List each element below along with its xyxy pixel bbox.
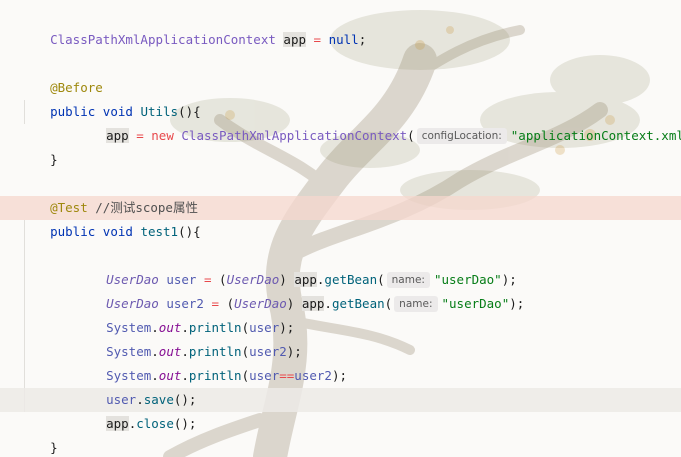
code-line-18[interactable]: } [20, 412, 58, 455]
code-editor[interactable]: ClassPathXmlApplicationContext app = nul… [0, 0, 681, 457]
operator: = [136, 128, 144, 143]
code-line-13[interactable]: System.out.println(user); [76, 292, 294, 335]
method-call: println [188, 368, 242, 383]
variable-user: user [249, 368, 280, 383]
code-line-1[interactable]: ClassPathXmlApplicationContext app = nul… [20, 4, 366, 47]
type-name: ClassPathXmlApplicationContext [50, 32, 276, 47]
punctuation: ( [241, 368, 250, 383]
code-line-11[interactable]: UserDao user = (UserDao) app.getBean(nam… [76, 244, 517, 288]
keyword-public: public [50, 224, 96, 239]
method-call: getBean [331, 296, 385, 311]
variable-user2: user2 [294, 368, 332, 383]
code-line-12[interactable]: UserDao user2 = (UserDao) app.getBean(na… [76, 268, 524, 312]
parameter-hint: name: [394, 296, 438, 312]
code-line-4[interactable]: public void Utils(){ [20, 76, 201, 119]
variable-app: app [106, 128, 129, 143]
variable-app: app [301, 296, 325, 311]
code-line-17[interactable]: app.close(); [76, 388, 196, 431]
punctuation: (); [173, 416, 197, 431]
keyword-new: new [151, 128, 174, 143]
punctuation: ( [384, 296, 393, 311]
string-literal: "applicationContext.xml" [510, 128, 681, 143]
code-line-8[interactable]: @Test //测试scope属性 [20, 172, 198, 215]
code-line-9[interactable]: public void test1(){ [20, 196, 201, 239]
operator-equals: == [279, 368, 295, 383]
string-literal: "userDao" [441, 296, 510, 311]
code-line-14[interactable]: System.out.println(user2); [76, 316, 302, 359]
method-call: close [136, 416, 174, 431]
punctuation: ); [509, 296, 525, 311]
method-name: test1 [140, 224, 179, 239]
closing-brace: } [50, 440, 58, 455]
closing-brace: } [50, 152, 58, 167]
variable-app: app [283, 32, 306, 47]
code-line-6[interactable]: } [20, 124, 58, 167]
operator: = [313, 32, 322, 47]
code-line-16[interactable]: user.save(); [76, 364, 196, 407]
punctuation: (){ [178, 224, 201, 239]
code-line-3[interactable]: @Before [20, 52, 103, 95]
punctuation: ( [407, 128, 415, 143]
code-line-15[interactable]: System.out.println(user==user2); [76, 340, 347, 383]
keyword-null: null [328, 32, 359, 47]
keyword-void: void [102, 224, 133, 239]
parameter-hint: configLocation: [416, 128, 507, 144]
variable-app: app [106, 416, 129, 431]
type-name: ClassPathXmlApplicationContext [181, 128, 408, 143]
punctuation: ; [358, 32, 367, 47]
code-line-5[interactable]: app = new ClassPathXmlApplicationContext… [76, 100, 681, 144]
punctuation: ); [331, 368, 347, 383]
